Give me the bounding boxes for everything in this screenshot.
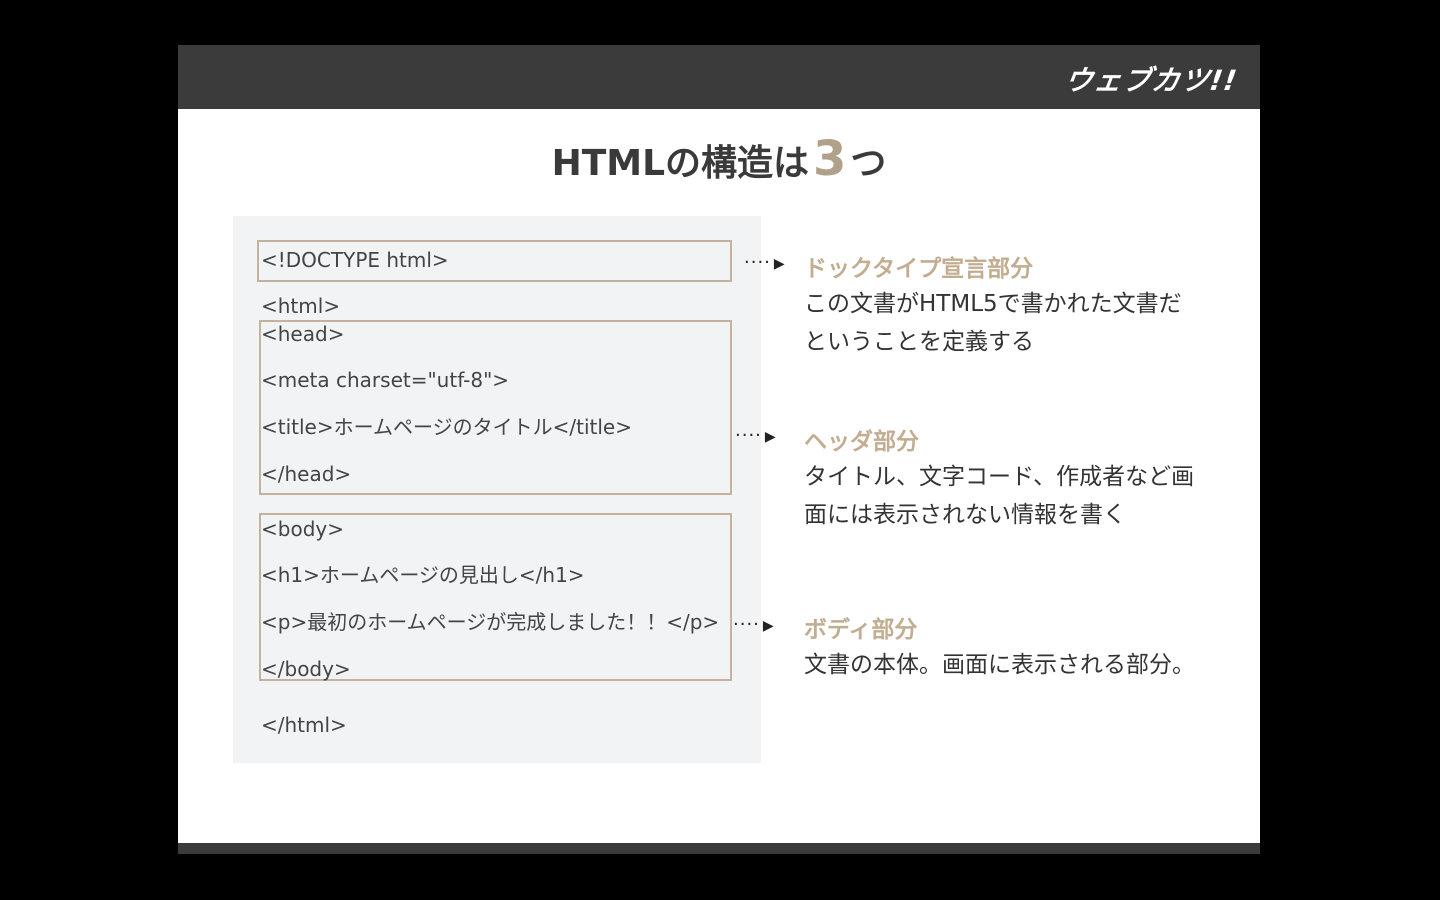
code-title-tag: <title>ホームページのタイトル</title> xyxy=(261,415,632,439)
title-prefix: HTMLの構造は xyxy=(551,143,810,184)
code-meta: <meta charset="utf-8"> xyxy=(261,368,510,392)
code-head-close: </head> xyxy=(261,462,352,486)
head-desc-line1: タイトル、文字コード、作成者など画 xyxy=(804,464,1195,490)
code-head-open: <head> xyxy=(261,322,345,346)
body-pointer: ···· ▶ xyxy=(733,614,774,635)
doctype-desc-line2: ということを定義する xyxy=(804,329,1034,355)
arrow-right-icon: ▶ xyxy=(764,429,776,445)
top-bar: ウェブカツ!! xyxy=(178,45,1260,109)
doctype-heading: ドックタイプ宣言部分 xyxy=(804,256,1034,282)
arrow-right-icon: ▶ xyxy=(762,618,774,634)
code-p: <p>最初のホームページが完成しました！！</p> xyxy=(261,610,720,634)
code-body-open: <body> xyxy=(261,517,344,541)
doctype-desc-line1: この文書がHTML5で書かれた文書だ xyxy=(804,291,1182,317)
code-h1: <h1>ホームページの見出し</h1> xyxy=(261,563,585,587)
code-body-close: </body> xyxy=(261,657,351,681)
doctype-pointer: ···· ▶ xyxy=(744,252,785,273)
head-pointer: ···· ▶ xyxy=(735,425,776,446)
title-number: 3 xyxy=(813,131,847,187)
code-doctype: <!DOCTYPE html> xyxy=(261,248,449,272)
code-html-close: </html> xyxy=(261,713,347,737)
body-desc-line1: 文書の本体。画面に表示される部分。 xyxy=(804,652,1195,678)
head-heading: ヘッダ部分 xyxy=(804,429,919,455)
code-panel: <!DOCTYPE html> <html> <head> <meta char… xyxy=(233,216,761,763)
code-html-open: <html> xyxy=(261,294,341,318)
brand-logo: ウェブカツ!! xyxy=(1062,64,1241,97)
head-desc-line2: 面には表示されない情報を書く xyxy=(804,502,1126,528)
body-heading: ボディ部分 xyxy=(804,617,918,643)
slide-title: HTMLの構造は3 つ xyxy=(178,131,1260,187)
arrow-right-icon: ▶ xyxy=(773,256,785,272)
slide: ウェブカツ!! HTMLの構造は3 つ <!DOCTYPE html> <html… xyxy=(178,45,1260,854)
title-suffix: つ xyxy=(850,143,887,184)
bottom-bar xyxy=(178,843,1260,854)
